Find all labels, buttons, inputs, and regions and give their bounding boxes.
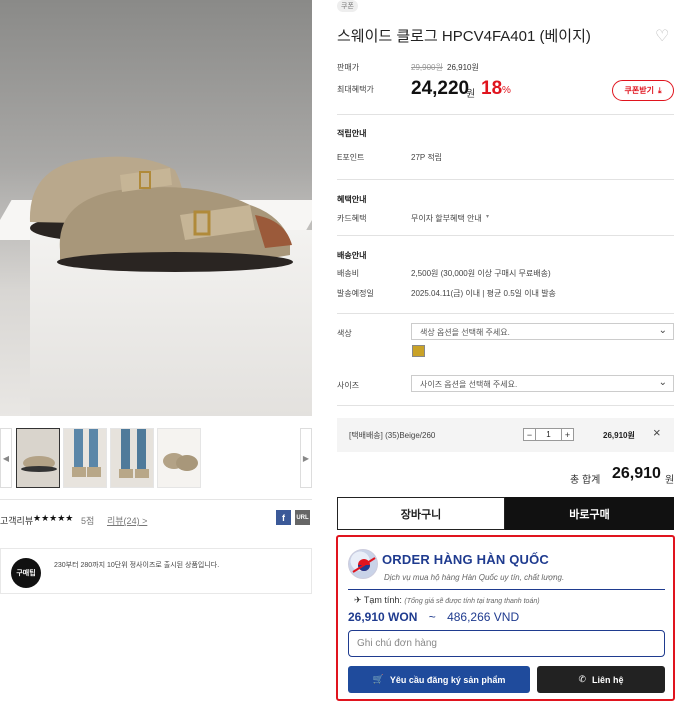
chevron-down-icon: ⌄: [658, 377, 667, 388]
airplane-icon: ✈: [354, 595, 362, 605]
color-select-placeholder: 색상 옵션을 선택해 주세요.: [420, 328, 510, 337]
chevron-down-icon: ⌄: [658, 325, 667, 336]
phone-icon: ✆: [578, 674, 587, 684]
size-select[interactable]: 사이즈 옵션을 선택해 주세요. ⌄: [411, 375, 674, 392]
purchase-tip-badge: 구매팁: [11, 558, 41, 588]
card-benefit-link[interactable]: 무이자 할부혜택 안내: [411, 213, 482, 224]
price-vnd: 486,266 VND: [447, 610, 520, 624]
ship-date-value: 2025.04.11(금) 이내 | 평균 0.5일 이내 발송: [411, 289, 556, 298]
clog-illustration: [29, 156, 293, 272]
divider: [337, 405, 674, 406]
points-section-title: 적립안내: [337, 129, 367, 138]
discount-unit: %: [502, 85, 511, 96]
review-score: 5점: [81, 516, 95, 526]
order-logo: [348, 549, 378, 579]
size-label: 사이즈: [337, 381, 360, 390]
remove-option-icon[interactable]: ×: [653, 425, 661, 440]
review-count-link[interactable]: 리뷰(24) >: [107, 514, 147, 527]
shipping-fee-value: 2,500원 (30,000원 이상 구매시 무료배송): [411, 269, 551, 278]
product-title: 스웨이드 클로그 HPCV4FA401 (베이지): [337, 28, 591, 45]
estimate-price: 26,910 WON ~ 486,266 VND: [348, 610, 519, 624]
selected-option-name: [택배배송] (35)Beige/260: [349, 431, 436, 440]
thumbnail-4[interactable]: [157, 428, 201, 488]
sale-price-label: 판매가: [337, 63, 360, 72]
color-select[interactable]: 색상 옵션을 선택해 주세요. ⌄: [411, 323, 674, 340]
add-to-cart-button[interactable]: 장바구니: [337, 497, 505, 530]
color-label: 색상: [337, 329, 352, 338]
request-button-label: Yêu cầu đăng ký sản phẩm: [389, 674, 506, 685]
thumbnail-3[interactable]: [110, 428, 154, 488]
total-amount: 26,910: [612, 465, 661, 482]
price-tilde: ~: [428, 610, 436, 624]
shipping-fee-label: 배송비: [337, 269, 360, 278]
color-swatch-beige[interactable]: [412, 345, 425, 357]
benefit-price-unit: 원: [466, 89, 476, 100]
purchase-tip-box: 구매팁 230부터 280까지 10단위 정사이즈로 출시된 상품입니다.: [0, 548, 312, 594]
selected-option-row: [택배배송] (35)Beige/260 − 1 + 26,910원 ×: [337, 418, 674, 452]
divider: [337, 313, 674, 314]
contact-button[interactable]: ✆ Liên hệ: [537, 666, 665, 693]
divider: [337, 179, 674, 180]
divider: [337, 114, 674, 115]
coupon-download-button[interactable]: 쿠폰받기 ⤓: [612, 80, 674, 101]
thumbnail-strip: ◀ ▶: [0, 424, 312, 494]
divider: [337, 235, 674, 236]
cart-icon: 🛒: [372, 674, 384, 684]
total-unit: 원: [665, 475, 675, 486]
review-label: 고객리뷰: [0, 516, 34, 526]
card-benefit-label: 카드혜택: [337, 214, 367, 223]
quantity-increase-button[interactable]: +: [561, 428, 574, 441]
estimate-row: ✈ Tạm tính: (Tổng giá sẽ được tính tại t…: [354, 595, 540, 606]
purchase-tip-text: 230부터 280까지 10단위 정사이즈로 출시된 상품입니다.: [54, 562, 220, 569]
coupon-button-label: 쿠폰받기: [624, 86, 654, 95]
order-widget: ORDER HÀNG HÀN QUỐC Dịch vụ mua hộ hàng …: [336, 535, 675, 701]
thumb-prev-button[interactable]: ◀: [0, 428, 12, 488]
order-note-input[interactable]: Ghi chú đơn hàng: [348, 630, 665, 657]
divider: [0, 499, 312, 500]
order-widget-subtitle: Dịch vụ mua hộ hàng Hàn Quốc uy tín, chấ…: [384, 573, 565, 582]
discount-rate: 18: [481, 78, 503, 99]
product-main-image: [0, 0, 312, 416]
wishlist-heart-icon[interactable]: ♡: [655, 26, 669, 46]
points-label: E포인트: [337, 153, 365, 162]
download-icon: ⤓: [657, 85, 662, 95]
selected-option-price: 26,910원: [603, 431, 635, 440]
total-label: 총 합계: [570, 475, 601, 486]
review-row: 고객리뷰 ★★★★★ 5점 리뷰(24) > f URL: [0, 510, 312, 530]
contact-button-label: Liên hệ: [592, 674, 624, 685]
thumbnail-2[interactable]: [63, 428, 107, 488]
points-value: 27P 적립: [411, 153, 443, 162]
facebook-share-icon[interactable]: f: [276, 510, 291, 525]
ship-date-label: 발송예정일: [337, 289, 374, 298]
benefits-section-title: 혜택안내: [337, 195, 367, 204]
quantity-decrease-button[interactable]: −: [523, 428, 536, 441]
coupon-tag: 쿠폰: [337, 0, 358, 12]
max-benefit-label: 최대혜택가: [337, 85, 374, 94]
request-product-button[interactable]: 🛒 Yêu cầu đăng ký sản phẩm: [348, 666, 530, 693]
review-stars: ★★★★★: [33, 513, 74, 523]
thumb-next-button[interactable]: ▶: [300, 428, 312, 488]
thumbnail-1[interactable]: [16, 428, 60, 488]
divider: [348, 589, 665, 590]
dropdown-arrow-icon: ▾: [486, 214, 490, 220]
shipping-section-title: 배송안내: [337, 251, 367, 260]
sale-price: 26,910원: [447, 63, 479, 72]
quantity-input[interactable]: 1: [536, 428, 561, 441]
estimate-label: Tạm tính:: [363, 595, 402, 605]
buy-now-button[interactable]: 바로구매: [505, 497, 674, 530]
price-won: 26,910 WON: [348, 610, 418, 624]
benefit-price: 24,220: [411, 78, 470, 99]
size-select-placeholder: 사이즈 옵션을 선택해 주세요.: [420, 380, 518, 389]
estimate-note: (Tổng giá sẽ được tính tại trang thanh t…: [404, 598, 540, 605]
order-widget-title: ORDER HÀNG HÀN QUỐC: [382, 552, 550, 567]
original-price: 29,900원: [411, 63, 443, 72]
url-share-icon[interactable]: URL: [295, 510, 310, 525]
